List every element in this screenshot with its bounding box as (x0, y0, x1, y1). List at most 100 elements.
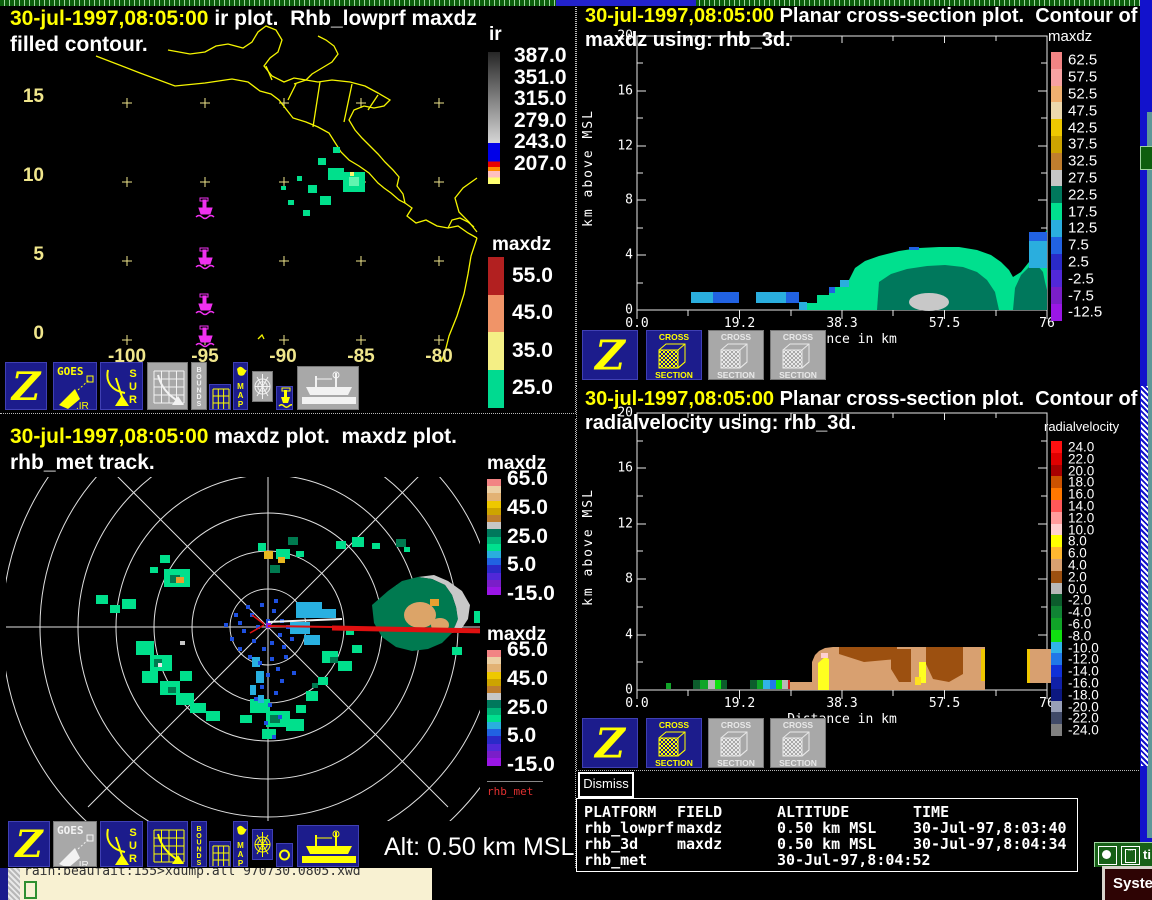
table-cell: 30-Jul-97,8:04:34 (913, 835, 1067, 853)
x-tick-label: 0.0 (625, 316, 648, 331)
terminal-window[interactable]: rain:beaufait:155>xdump.all 970730.0805.… (0, 868, 432, 900)
map-radar-echoes (281, 147, 365, 216)
system-panel-label: Syste (1113, 875, 1152, 892)
colorbar-cell (1051, 571, 1062, 583)
map-button[interactable]: MAP (233, 821, 248, 867)
zebra-logo-button[interactable]: Z (582, 330, 638, 380)
colorbar-value: 45.0 (507, 496, 548, 520)
window-xsection-radialvelocity: 30-jul-1997,08:05:00 Planar cross-sectio… (576, 385, 1141, 771)
buoy-markers (196, 198, 214, 347)
corner-doc-button[interactable]: --- (1121, 846, 1140, 865)
ship-button[interactable] (297, 366, 359, 410)
svg-text:SECTION: SECTION (655, 758, 693, 767)
svg-text:P: P (238, 400, 244, 409)
y-tick-label: 20 (617, 29, 633, 44)
y-tick-label: 15 (23, 86, 44, 108)
table-cell: rhb_met (584, 851, 647, 869)
goes-ir-button[interactable]: GOES.IR (53, 362, 97, 410)
svg-text:S: S (129, 368, 136, 380)
track-ticks (250, 615, 264, 633)
xs2-window-title: 30-jul-1997,08:05:00 Planar cross-sectio… (585, 388, 1137, 411)
colorbar-cell (1051, 547, 1062, 559)
colorbar-cell (487, 758, 501, 766)
coastline (96, 26, 477, 362)
colorbar-value: 42.5 (1068, 119, 1097, 136)
xs1-y-axis-label: km above MSL (581, 58, 596, 278)
svg-text:CROSS: CROSS (659, 332, 690, 342)
svg-text:GOES: GOES (57, 365, 84, 378)
colorbar-value: 25.0 (507, 696, 548, 720)
grid-button[interactable] (209, 384, 231, 410)
ship-button[interactable] (297, 825, 359, 867)
bounds-button[interactable]: BOUNDS (191, 821, 207, 867)
radar-grid-button[interactable] (147, 821, 188, 867)
colorbar-value: 35.0 (512, 339, 553, 363)
zebra-logo-button[interactable]: Z (8, 821, 50, 867)
colorbar-cell (1051, 701, 1062, 713)
y-tick-label: 12 (617, 516, 633, 531)
colorbar-cell (1051, 186, 1062, 203)
ir-window-title-line2: filled contour. (10, 33, 148, 57)
svg-text:Z: Z (593, 719, 627, 767)
table-cell: 30-Jul-97,8:04:52 (777, 851, 931, 869)
grid-button[interactable] (209, 841, 231, 867)
radar-survey-button[interactable]: SUR (100, 362, 143, 410)
goes-ir-button[interactable]: GOES.IR (53, 821, 97, 867)
cross-section-button[interactable]: CROSS SECTION (646, 718, 702, 768)
radar-survey-button[interactable]: SUR (100, 821, 143, 867)
svg-text:Z: Z (10, 364, 42, 409)
cross-section-button[interactable]: CROSS SECTION (646, 330, 702, 380)
radar-grid-button[interactable] (147, 362, 188, 410)
platform-table: PLATFORMFIELDALTITUDETIMErhb_lowprfmaxdz… (576, 798, 1078, 872)
x-tick-label: 57.5 (929, 696, 960, 711)
maxdz-colorbar-title: maxdz (492, 234, 551, 256)
buoy-button[interactable] (276, 386, 293, 410)
corner-window-title: ti (1143, 847, 1151, 862)
colorbar-gradient (488, 52, 500, 184)
colorbar-value: 65.0 (507, 638, 548, 662)
cross-section-button[interactable]: CROSS SECTION (708, 718, 764, 768)
azimuth-wheel-button[interactable] (252, 829, 273, 860)
xs1-colorbar-title: maxdz (1048, 28, 1092, 45)
cross-section-button[interactable]: CROSS SECTION (708, 330, 764, 380)
y-tick-label: 0 (33, 323, 44, 345)
cross-section-button[interactable]: CROSS SECTION (770, 718, 826, 768)
bounds-button[interactable]: BOUNDS (191, 362, 207, 410)
x-tick-label: 38.3 (826, 696, 857, 711)
zebra-logo-button[interactable]: Z (5, 362, 47, 410)
colorbar-cell (1051, 618, 1062, 630)
window-ir-map: 30-jul-1997,08:05:00 ir plot. Rhb_lowprf… (0, 0, 576, 414)
colorbar-value: 52.5 (1068, 86, 1097, 103)
map-button[interactable]: MAP (233, 362, 248, 410)
colorbar-cell (1051, 69, 1062, 86)
colorbar-value: 351.0 (514, 66, 567, 90)
svg-text:Z: Z (593, 331, 627, 379)
y-tick-label: 10 (23, 165, 44, 187)
colorbar-value: 279.0 (514, 109, 567, 133)
zebra-logo-button[interactable]: Z (582, 718, 638, 768)
y-tick-label: 5 (33, 244, 44, 266)
colorbar-cell (1051, 488, 1062, 500)
colorbar-value: 32.5 (1068, 153, 1097, 170)
corner-menu-button[interactable] (1098, 846, 1117, 865)
terminal-scrollbar[interactable] (8, 868, 20, 900)
altitude-readout: Alt: 0.50 km MSL (384, 833, 574, 862)
terminal-text: rain:beaufait:155>xdump.all 970730.0805.… (24, 868, 361, 879)
colorbar-cell (1051, 270, 1062, 287)
dismiss-button[interactable]: Dismiss (578, 772, 634, 798)
colorbar-cell (1051, 453, 1062, 465)
circle-button[interactable] (276, 843, 293, 867)
colorbar-cell (488, 295, 504, 333)
colorbar-value: 2.5 (1068, 254, 1089, 271)
background-scrollbar[interactable] (1141, 386, 1148, 766)
colorbar-cell (1051, 606, 1062, 618)
svg-text:S: S (129, 827, 136, 839)
azimuth-wheel-button[interactable] (252, 371, 273, 402)
cross-section-button[interactable]: CROSS SECTION (770, 330, 826, 380)
colorbar-cell (1051, 119, 1062, 136)
colorbar-cell (1051, 689, 1062, 701)
colorbar-cell (1051, 476, 1062, 488)
background-window-green-fragment (1140, 146, 1152, 170)
table-cell: maxdz (677, 835, 722, 853)
x-tick-label: 0.0 (625, 696, 648, 711)
